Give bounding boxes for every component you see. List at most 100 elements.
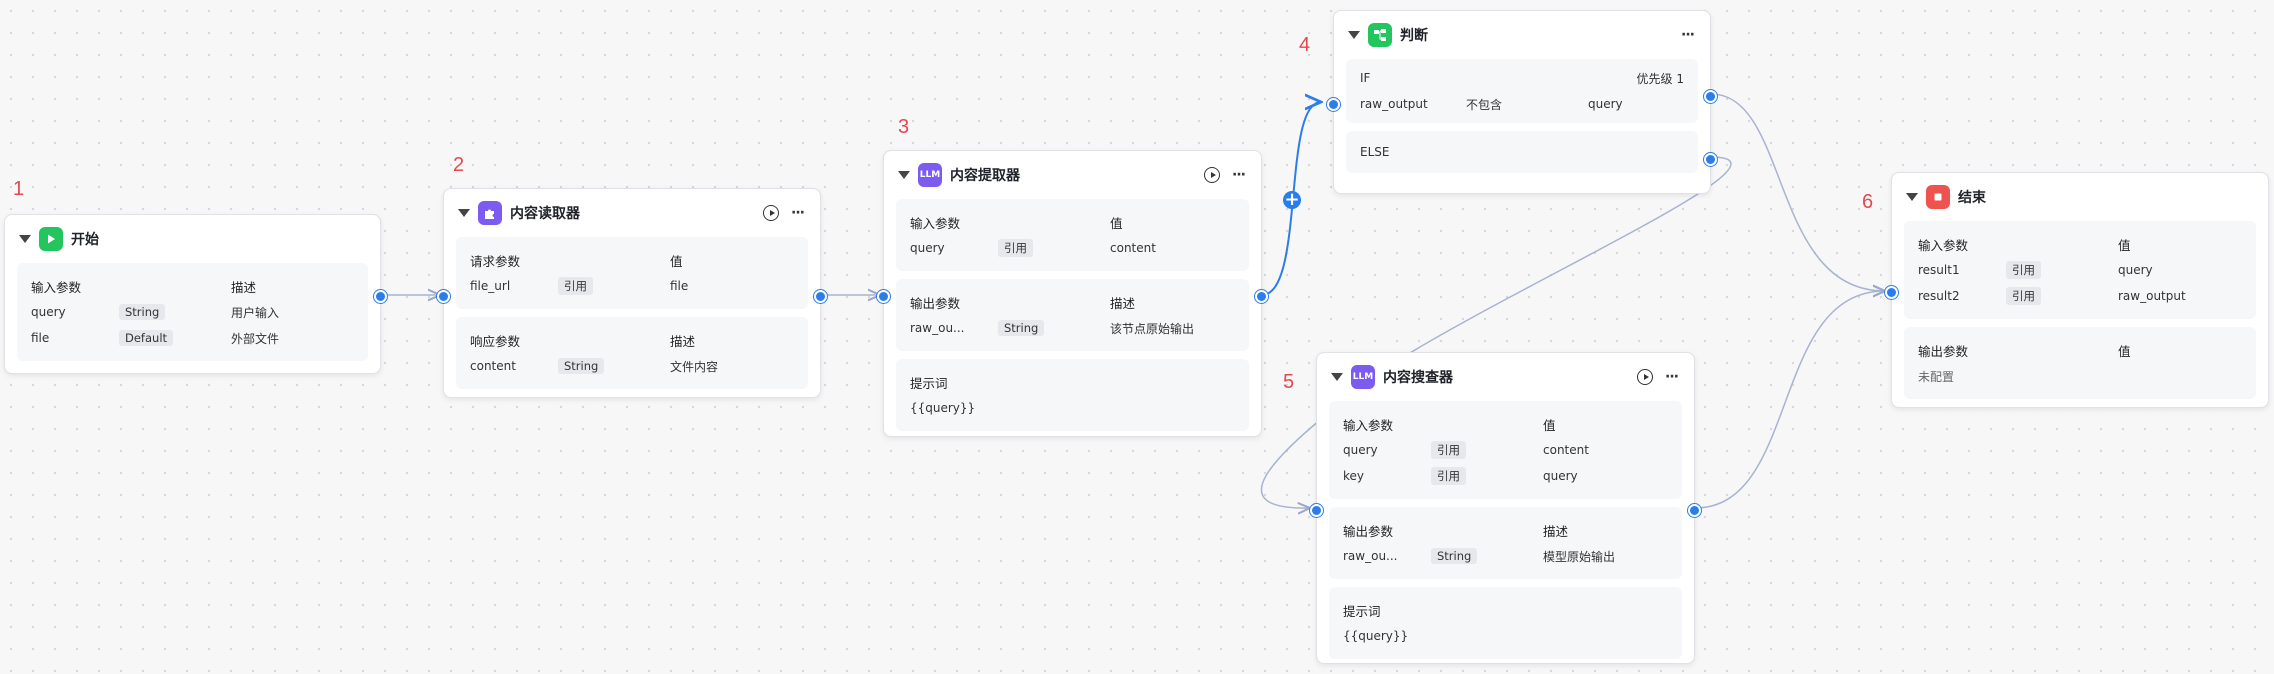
run-button[interactable] <box>763 205 780 221</box>
output-port[interactable] <box>814 290 827 303</box>
if-output-port[interactable] <box>1704 90 1717 103</box>
input-port[interactable] <box>1310 504 1323 517</box>
column-heading: 值 <box>1543 417 1556 433</box>
param-name: query <box>910 241 945 255</box>
prompt-text: {{query}} <box>1343 629 1409 643</box>
type-tag: 引用 <box>558 277 593 295</box>
param-value: file <box>670 279 689 293</box>
step-number: 3 <box>898 116 910 138</box>
more-options-icon[interactable]: ··· <box>1661 369 1682 385</box>
end-node[interactable]: 结束 输入参数值 result1 引用 query result2 引用 raw_out… <box>1885 172 2269 408</box>
more-options-icon[interactable]: ··· <box>1228 167 1249 183</box>
else-label: ELSE <box>1360 145 1390 159</box>
param-name: query <box>31 305 66 319</box>
column-heading: 值 <box>670 253 683 269</box>
section-heading: 输出参数 <box>1343 523 1394 539</box>
param-row: raw_ou... String 该节点原始输出 <box>910 315 1235 341</box>
param-value: query <box>2118 263 2153 277</box>
puzzle-icon <box>478 201 502 225</box>
prompt-section: 提示词 {{query}} <box>1329 587 1682 659</box>
collapse-toggle-icon[interactable] <box>458 209 470 217</box>
output-params-section: 输出参数 描述 raw_ou... String 模型原始输出 <box>1329 507 1682 579</box>
else-branch[interactable]: ELSE <box>1346 131 1698 173</box>
column-heading: 描述 <box>1110 295 1136 311</box>
input-port[interactable] <box>1327 98 1340 111</box>
step-number: 6 <box>1862 191 1874 213</box>
else-output-port[interactable] <box>1704 153 1717 166</box>
section-heading: 提示词 <box>1343 603 1381 619</box>
column-heading: 值 <box>1110 215 1123 231</box>
node-header: 内容读取器 ··· <box>456 189 808 237</box>
param-row: query 引用 content <box>910 235 1235 261</box>
node-title: 结束 <box>1958 190 1986 206</box>
output-params-section: 输出参数 值 未配置 <box>1904 327 2256 399</box>
param-value: query <box>1543 469 1578 483</box>
condition-node[interactable]: 判断 ··· IF 优先级 1 raw_output 不包含 query ELSE <box>1327 10 1717 194</box>
node-title: 开始 <box>71 232 99 248</box>
more-options-icon[interactable]: ··· <box>787 205 808 221</box>
type-tag: 引用 <box>1431 467 1466 485</box>
type-tag: Default <box>119 330 174 346</box>
input-params-section: 输入参数 值 result1 引用 query result2 引用 raw_output <box>1904 221 2256 319</box>
extractor-node[interactable]: LLM 内容提取器 ··· 输入参数 值 query 引用 content 输出参数 描… <box>877 150 1268 437</box>
reader-node[interactable]: 内容读取器 ··· 请求参数 值 file_url 引用 file 响应参数 描述 co… <box>437 188 827 398</box>
param-desc: 该节点原始输出 <box>1110 321 1195 336</box>
param-desc: 文件内容 <box>670 359 719 374</box>
column-heading: 值 <box>2118 343 2131 359</box>
node-header: LLM 内容提取器 ··· <box>896 151 1249 199</box>
start-node[interactable]: 开始 输入参数 描述 query String 用户输入 file Default 外部文… <box>4 214 387 374</box>
condition-left: raw_output <box>1360 97 1428 111</box>
collapse-toggle-icon[interactable] <box>1906 193 1918 201</box>
input-params-section: 输入参数 值 query 引用 content <box>896 199 1249 271</box>
step-number: 1 <box>13 178 25 200</box>
more-options-icon[interactable]: ··· <box>1677 27 1698 43</box>
section-heading: 请求参数 <box>470 253 521 269</box>
param-row: query 引用 content <box>1343 437 1668 463</box>
input-port[interactable] <box>877 290 890 303</box>
param-name: key <box>1343 469 1365 483</box>
type-tag: 引用 <box>2006 287 2041 305</box>
searcher-node[interactable]: LLM 内容搜查器 ··· 输入参数 值 query 引用 content key 引用… <box>1310 352 1701 664</box>
output-port[interactable] <box>1255 290 1268 303</box>
collapse-toggle-icon[interactable] <box>1331 373 1343 381</box>
collapse-toggle-icon[interactable] <box>19 235 31 243</box>
step-number: 4 <box>1299 34 1311 56</box>
param-desc: 模型原始输出 <box>1543 549 1616 564</box>
if-label: IF <box>1360 71 1371 85</box>
play-icon <box>39 227 63 251</box>
param-desc: 用户输入 <box>231 305 280 320</box>
output-params-section: 输出参数 描述 raw_ou... String 该节点原始输出 <box>896 279 1249 351</box>
collapse-toggle-icon[interactable] <box>1348 31 1360 39</box>
response-params-section: 响应参数 描述 content String 文件内容 <box>456 317 808 389</box>
column-heading: 描述 <box>1543 523 1569 539</box>
type-tag: 引用 <box>998 239 1033 257</box>
param-name: raw_ou... <box>1343 549 1398 563</box>
llm-icon: LLM <box>918 163 942 187</box>
node-header: 开始 <box>17 215 368 263</box>
if-branch[interactable]: IF 优先级 1 raw_output 不包含 query <box>1346 59 1698 123</box>
node-header: 结束 <box>1904 173 2256 221</box>
output-port[interactable] <box>374 290 387 303</box>
param-row: content String 文件内容 <box>470 353 794 379</box>
input-port[interactable] <box>1885 286 1898 299</box>
param-name: result1 <box>1918 263 1960 277</box>
node-header: 判断 ··· <box>1346 11 1698 59</box>
add-node-button[interactable]: + <box>1283 191 1301 209</box>
section-heading: 输入参数 <box>31 279 82 295</box>
section-heading: 输入参数 <box>1918 237 1969 253</box>
output-port[interactable] <box>1688 504 1701 517</box>
empty-state-text: 未配置 <box>1918 369 1955 384</box>
condition-operator: 不包含 <box>1466 97 1503 112</box>
edge-searcher-end <box>1694 291 1885 509</box>
type-tag: String <box>1431 548 1478 564</box>
input-port[interactable] <box>437 290 450 303</box>
run-button[interactable] <box>1637 369 1654 385</box>
prompt-section: 提示词 {{query}} <box>896 359 1249 431</box>
type-tag: String <box>998 320 1045 336</box>
node-title: 内容读取器 <box>510 206 580 222</box>
node-title: 判断 <box>1400 28 1428 44</box>
run-button[interactable] <box>1204 167 1221 183</box>
collapse-toggle-icon[interactable] <box>898 171 910 179</box>
param-value: content <box>1543 443 1589 457</box>
param-name: content <box>470 359 516 373</box>
